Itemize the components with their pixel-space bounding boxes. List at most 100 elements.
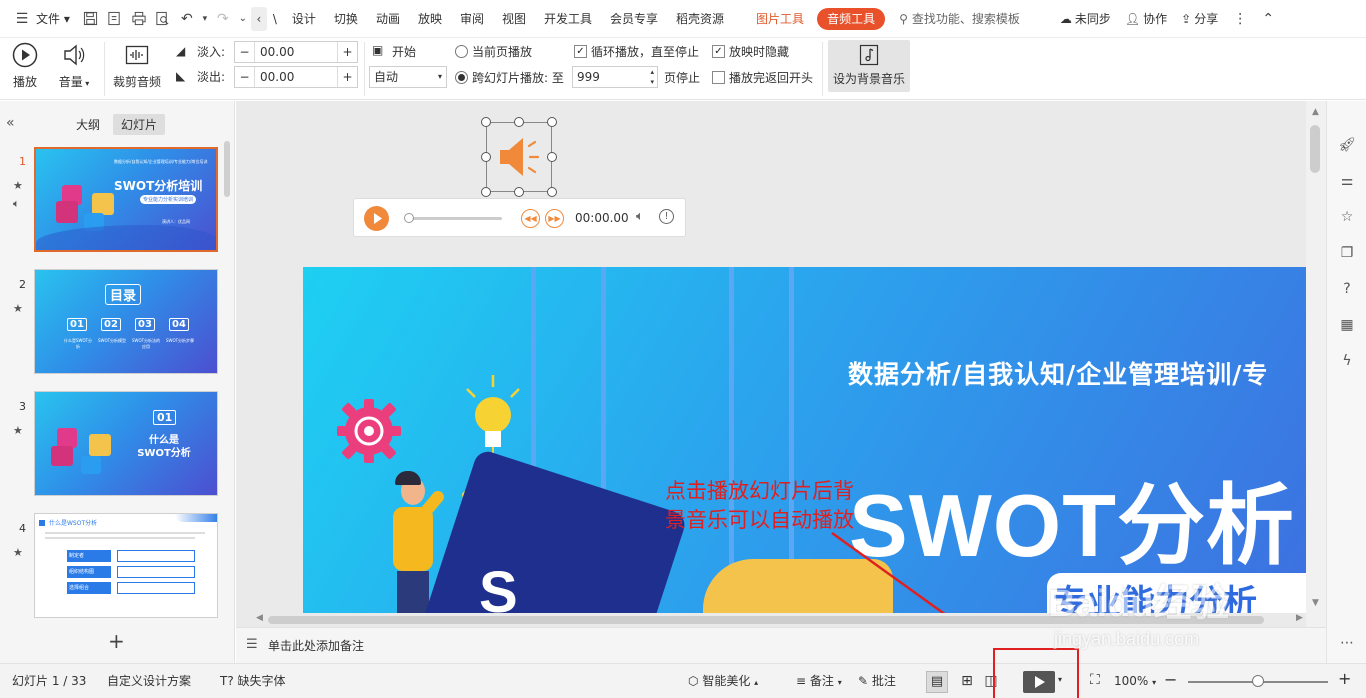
search-icon: ⚲: [899, 11, 908, 26]
scroll-left-icon[interactable]: ◀: [256, 613, 263, 623]
loop-checkbox[interactable]: ✓ 循环播放，直至停止: [574, 43, 699, 60]
zoom-out-button[interactable]: −: [1164, 670, 1177, 689]
grid-view-icon[interactable]: ⊞: [956, 671, 978, 693]
comments-button[interactable]: ✎ 批注: [858, 664, 896, 698]
zoom-level[interactable]: 100% ▾: [1114, 664, 1156, 698]
quick-access-dropdown-icon[interactable]: ⌄: [235, 7, 251, 31]
tab-animations[interactable]: 动画: [367, 0, 409, 38]
copy-icon[interactable]: ❐: [1337, 243, 1357, 263]
fade-out-icon: ◣: [176, 69, 186, 83]
current-page-radio[interactable]: 当前页播放: [455, 43, 532, 60]
undo-dropdown-icon[interactable]: ▾: [199, 7, 211, 31]
tab-picture-tools[interactable]: 图片工具: [747, 0, 813, 38]
rocket-icon[interactable]: 🚀︎: [1337, 135, 1357, 155]
horizontal-scrollbar-track[interactable]: ◀ ▶: [236, 613, 1326, 627]
fade-out-stepper[interactable]: − 00.00 +: [234, 66, 358, 88]
smart-beautify-button[interactable]: ⬡ 智能美化 ▴: [688, 664, 758, 698]
zoom-slider-knob[interactable]: [1252, 675, 1264, 687]
slide-thumb-3[interactable]: 01 什么是 SWOT分析: [34, 391, 218, 496]
star-icon[interactable]: ☆: [1337, 207, 1357, 227]
help-icon[interactable]: ?: [1337, 279, 1357, 299]
collapse-panel-icon[interactable]: «: [6, 115, 15, 131]
play-button[interactable]: 播放: [8, 42, 42, 90]
scroll-down-icon[interactable]: ▼: [1312, 598, 1319, 608]
tab-review[interactable]: 审阅: [451, 0, 493, 38]
start-select[interactable]: 自动 ▾: [369, 66, 447, 88]
speaker-icon: [64, 44, 85, 66]
missing-font-button[interactable]: T? 缺失字体: [220, 664, 286, 698]
more-options-icon[interactable]: ⋯: [1337, 633, 1357, 653]
notes-area[interactable]: ☰ 单击此处添加备注: [236, 627, 1326, 663]
tab-design[interactable]: 设计: [283, 0, 325, 38]
hamburger-menu-icon[interactable]: ☰: [10, 7, 34, 31]
fade-in-increment[interactable]: +: [337, 42, 357, 62]
redo-icon[interactable]: ↷: [211, 7, 235, 31]
collapse-ribbon-icon[interactable]: ⌃: [1256, 7, 1280, 31]
tab-transitions[interactable]: 切换: [325, 0, 367, 38]
normal-view-icon[interactable]: ▤: [926, 671, 948, 693]
tab-member[interactable]: 会员专享: [601, 0, 667, 38]
tab-truncated[interactable]: \: [267, 0, 283, 38]
vertical-scroll-thumb[interactable]: [1310, 125, 1320, 173]
search-box[interactable]: ⚲ 查找功能、搜索模板: [899, 10, 1020, 27]
scroll-tabs-left-icon[interactable]: ‹: [250, 6, 267, 31]
fade-in-decrement[interactable]: −: [235, 42, 255, 62]
horizontal-scroll-thumb[interactable]: [268, 616, 1264, 624]
slide-canvas: ◀◀ ▶▶ 00:00.00 🔈︎ ! S 数据分析/自我认知/企业管理培训/专…: [236, 101, 1306, 613]
tab-view[interactable]: 视图: [493, 0, 535, 38]
notes-icon: ☰: [246, 637, 258, 652]
notes-icon: ≡: [796, 674, 807, 688]
cross-slide-radio[interactable]: 跨幻灯片播放: 至: [455, 69, 564, 86]
animation-star-icon: ★: [13, 424, 23, 437]
cross-slide-count[interactable]: 999 ▴ ▾: [572, 66, 658, 88]
undo-icon[interactable]: ↶: [175, 7, 199, 31]
save-icon[interactable]: [79, 7, 103, 31]
beautify-icon: ⬡: [688, 674, 699, 688]
tab-outline[interactable]: 大纲: [76, 116, 100, 133]
scroll-up-icon[interactable]: ▲: [1312, 107, 1319, 117]
sync-button[interactable]: ☁ 未同步: [1060, 10, 1111, 27]
slide-thumb-2[interactable]: 目录 01 02 03 04 什么是SWOT分析 SWOT分析模型 SWOT分析…: [34, 269, 218, 374]
annotation-arrow: [831, 531, 946, 613]
share-button[interactable]: ⇪ 分享: [1181, 10, 1218, 27]
print-preview-icon[interactable]: [151, 7, 175, 31]
rewind-checkbox[interactable]: 播放完返回开头: [712, 69, 813, 86]
tab-slides[interactable]: 幻灯片: [113, 114, 166, 135]
fade-out-decrement[interactable]: −: [235, 67, 255, 87]
collab-button[interactable]: 👤︎ 协作: [1125, 10, 1167, 27]
scroll-right-icon[interactable]: ▶: [1296, 613, 1303, 623]
fade-out-increment[interactable]: +: [337, 67, 357, 87]
tab-docer[interactable]: 稻壳资源: [667, 0, 733, 38]
vertical-scrollbar[interactable]: ▲ ▼: [1306, 101, 1326, 627]
file-menu[interactable]: 文件 ▾: [34, 0, 79, 38]
trim-audio-icon: [125, 45, 149, 65]
slide-thumb-4[interactable]: 什么是WSOT分析 制定者 组织结构图 选择组合: [34, 513, 218, 618]
fit-window-icon[interactable]: ⛶: [1090, 672, 1100, 688]
comment-icon: ✎: [858, 674, 869, 688]
export-pdf-icon[interactable]: [103, 7, 127, 31]
volume-button[interactable]: 音量 ▾: [54, 42, 94, 90]
lightning-icon[interactable]: ϟ: [1337, 351, 1357, 371]
zoom-in-button[interactable]: +: [1338, 669, 1351, 688]
tab-developer[interactable]: 开发工具: [535, 0, 601, 38]
font-icon: T?: [220, 674, 234, 688]
hide-during-show-checkbox[interactable]: ✓ 放映时隐藏: [712, 43, 789, 60]
set-background-music-button[interactable]: 设为背景音乐: [828, 40, 910, 92]
user-icon: 👤︎: [1124, 11, 1141, 26]
tab-audio-tools[interactable]: 音频工具: [817, 7, 886, 30]
notes-toggle-button[interactable]: ≡ 备注 ▾: [796, 664, 842, 698]
tab-slideshow[interactable]: 放映: [409, 0, 451, 38]
print-icon[interactable]: [127, 7, 151, 31]
panel-scrollbar[interactable]: [224, 141, 230, 197]
slide-thumb-1[interactable]: 数据分析/自我认知/企业管理培训/专业能力/岗位培训 SWOT分析培训 专业能力…: [34, 147, 218, 252]
add-slide-button[interactable]: +: [108, 629, 125, 653]
fade-in-stepper[interactable]: − 00.00 +: [234, 41, 358, 63]
more-icon[interactable]: ⋮: [1228, 7, 1252, 31]
spin-icon[interactable]: ▴ ▾: [650, 67, 654, 87]
adjust-icon[interactable]: ⚌: [1337, 171, 1357, 191]
cloud-icon: ☁: [1059, 11, 1072, 26]
trim-audio-button[interactable]: 裁剪音频: [110, 42, 164, 90]
design-scheme[interactable]: 自定义设计方案: [107, 664, 191, 698]
audio-icon: 🔈︎: [13, 197, 20, 210]
image-icon[interactable]: ▦: [1337, 315, 1357, 335]
